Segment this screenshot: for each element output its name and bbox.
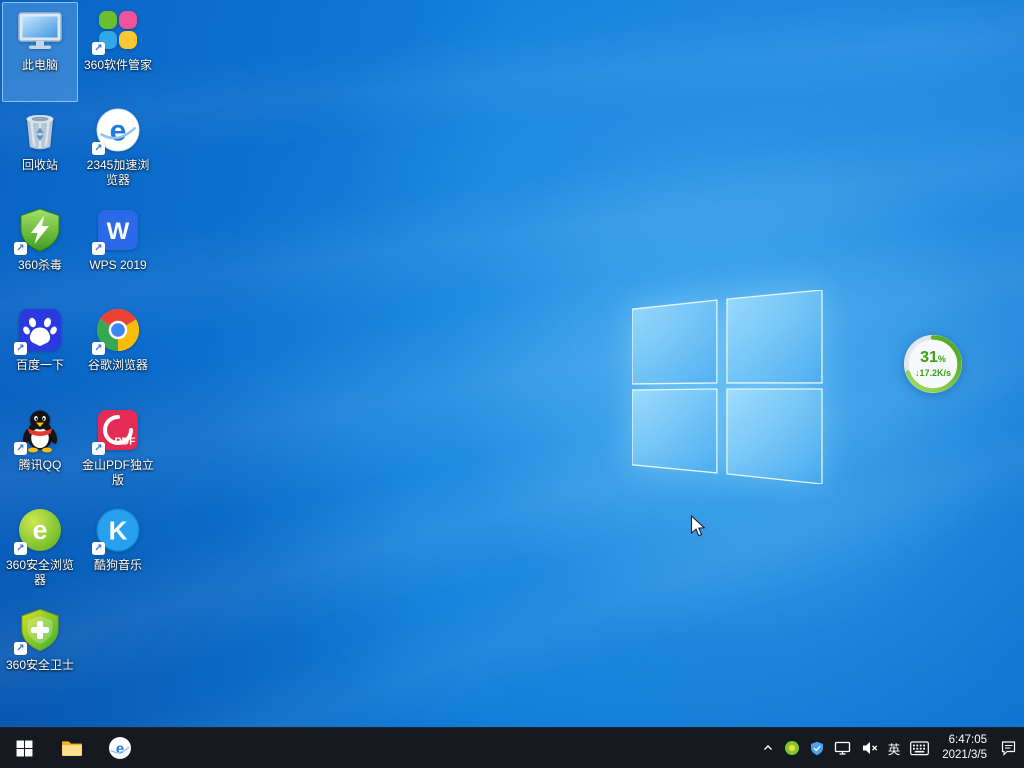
mouse-cursor-icon	[690, 515, 706, 538]
icon-label: WPS 2019	[89, 258, 146, 273]
icon-label: 百度一下	[16, 358, 64, 373]
speed-ball[interactable]: 31% ↓17.2K/s	[901, 332, 965, 396]
icon-label: 360杀毒	[18, 258, 62, 273]
desktop-icon-kingsoft-pdf[interactable]: PDF ↗ 金山PDF独立版	[80, 402, 156, 502]
desktop-icon-360-browser[interactable]: e ↗ 360安全浏览器	[2, 502, 78, 602]
taskbar: e	[0, 727, 1024, 768]
desktop-icon-recycle-bin[interactable]: 回收站	[2, 102, 78, 202]
shortcut-arrow-icon: ↗	[14, 642, 27, 655]
360-safeguard-icon: ↗	[16, 606, 64, 654]
shortcut-arrow-icon: ↗	[92, 142, 105, 155]
shortcut-arrow-icon: ↗	[14, 242, 27, 255]
baidu-icon: ↗	[16, 306, 64, 354]
desktop-icon-kugou[interactable]: K ↗ 酷狗音乐	[80, 502, 156, 602]
shortcut-arrow-icon: ↗	[14, 442, 27, 455]
file-explorer-icon	[61, 737, 83, 759]
touch-keyboard-icon	[910, 741, 929, 756]
kingsoft-pdf-icon: PDF ↗	[94, 406, 142, 454]
shortcut-arrow-icon: ↗	[92, 42, 105, 55]
start-button[interactable]	[0, 728, 48, 768]
percent-sign: %	[938, 354, 946, 364]
svg-text:e: e	[110, 115, 127, 148]
desktop-icon-chrome[interactable]: ↗ 谷歌浏览器	[80, 302, 156, 402]
icon-label: 360安全卫士	[6, 658, 74, 673]
icon-label: 回收站	[22, 158, 58, 173]
speed-ball-text: 31% ↓17.2K/s	[901, 332, 965, 396]
file-explorer-button[interactable]	[48, 728, 96, 768]
taskbar-clock[interactable]: 6:47:05 2021/3/5	[934, 728, 995, 768]
icon-label: 谷歌浏览器	[88, 358, 148, 373]
qq-penguin-icon: ↗	[16, 406, 64, 454]
icon-label: 2345加速浏览器	[81, 158, 155, 188]
chrome-icon: ↗	[94, 306, 142, 354]
download-speed: ↓17.2K/s	[915, 368, 951, 378]
icon-label: 腾讯QQ	[19, 458, 62, 473]
action-center-icon	[1000, 740, 1017, 756]
shield-icon	[810, 741, 824, 756]
tray-safety-icon[interactable]	[805, 728, 829, 768]
360-software-manager-icon: ↗	[94, 6, 142, 54]
shortcut-arrow-icon: ↗	[92, 242, 105, 255]
desktop-icon-this-pc[interactable]: 此电脑	[2, 2, 78, 102]
shortcut-arrow-icon: ↗	[14, 342, 27, 355]
show-hidden-icons-button[interactable]	[757, 728, 779, 768]
ethernet-network-icon	[834, 740, 851, 756]
windows-start-icon	[16, 740, 33, 757]
clock-date: 2021/3/5	[942, 748, 987, 763]
chevron-up-icon	[762, 742, 774, 754]
icon-label: 360软件管家	[84, 58, 152, 73]
kugou-music-icon: K ↗	[94, 506, 142, 554]
2345-browser-icon: e ↗	[94, 106, 142, 154]
this-pc-icon	[16, 6, 64, 54]
wps-2019-icon: W ↗	[94, 206, 142, 254]
desktop-icon-360-software-manager[interactable]: ↗ 360软件管家	[80, 2, 156, 102]
desktop-icon-2345-browser[interactable]: e ↗ 2345加速浏览器	[80, 102, 156, 202]
svg-text:W: W	[107, 218, 130, 245]
action-center-button[interactable]	[995, 728, 1022, 768]
icon-label: 360安全浏览器	[3, 558, 77, 588]
desktop-icon-wps[interactable]: W ↗ WPS 2019	[80, 202, 156, 302]
desktop-icon-qq[interactable]: ↗ 腾讯QQ	[2, 402, 78, 502]
shortcut-arrow-icon: ↗	[92, 342, 105, 355]
desktop-icon-360-safeguard[interactable]: ↗ 360安全卫士	[2, 602, 78, 702]
icon-label: 金山PDF独立版	[81, 458, 155, 488]
clock-time: 6:47:05	[949, 733, 987, 748]
network-tray-button[interactable]	[829, 728, 856, 768]
system-tray: 英 6:47:05 2021/3/5	[757, 728, 1024, 768]
desktop-icon-baidu[interactable]: ↗ 百度一下	[2, 302, 78, 402]
svg-text:e: e	[32, 515, 47, 545]
browser-taskbar-button[interactable]: e	[96, 728, 144, 768]
360-tray-icon	[784, 740, 800, 756]
360-secure-browser-icon: e ↗	[16, 506, 64, 554]
shortcut-arrow-icon: ↗	[92, 542, 105, 555]
svg-text:PDF: PDF	[115, 436, 137, 448]
browser-e-icon: e	[108, 736, 132, 760]
recycle-bin-icon	[16, 106, 64, 154]
desktop-icon-360-antivirus[interactable]: ↗ 360杀毒	[2, 202, 78, 302]
tray-360-security-icon[interactable]	[779, 728, 805, 768]
desktop-icon-grid: 此电脑 回收站	[1, 2, 157, 702]
shortcut-arrow-icon: ↗	[14, 542, 27, 555]
ime-language-indicator[interactable]: 英	[883, 728, 906, 768]
svg-text:K: K	[109, 516, 128, 546]
touch-keyboard-button[interactable]	[905, 728, 934, 768]
memory-percent: 31	[920, 349, 938, 366]
windows-logo-wallpaper	[632, 290, 824, 484]
shortcut-arrow-icon: ↗	[92, 442, 105, 455]
volume-tray-button[interactable]	[856, 728, 883, 768]
volume-muted-icon	[861, 740, 878, 756]
icon-label: 酷狗音乐	[94, 558, 142, 573]
360-antivirus-icon: ↗	[16, 206, 64, 254]
icon-label: 此电脑	[22, 58, 58, 73]
desktop[interactable]: 此电脑 回收站	[0, 0, 1024, 728]
svg-text:e: e	[116, 741, 124, 758]
